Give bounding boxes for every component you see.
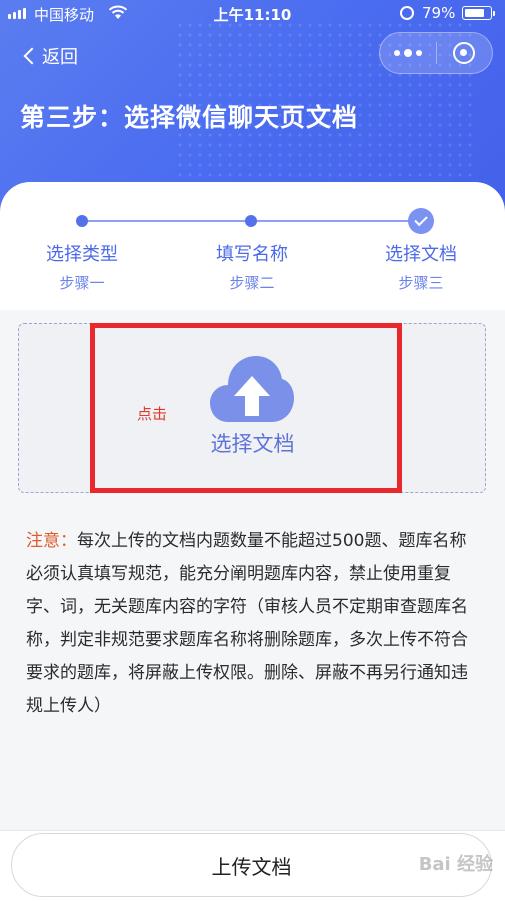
step-dot-2 <box>245 215 257 227</box>
step-1-title: 选择类型 <box>46 244 118 265</box>
click-annotation: 点击 <box>137 405 168 423</box>
step-2-title: 填写名称 <box>216 244 288 265</box>
step-dot-1 <box>76 215 88 227</box>
status-bar: 中国移动 上午11:10 79% <box>0 0 505 28</box>
step-3-sub: 步骤三 <box>398 274 444 292</box>
battery-percent: 79% <box>422 4 456 22</box>
more-button[interactable] <box>380 33 436 73</box>
watermark: Bai 经验 <box>418 854 493 875</box>
mini-program-capsule <box>379 32 493 74</box>
step-2-sub: 步骤二 <box>229 274 275 292</box>
chevron-left-icon <box>23 47 41 65</box>
orientation-lock-icon <box>400 6 414 20</box>
check-icon <box>408 208 434 234</box>
close-mini-program-button[interactable] <box>436 33 492 73</box>
steps-card: 选择类型 步骤一 填写名称 步骤二 选择文档 步骤三 <box>0 182 505 310</box>
upload-document-label: 上传文档 <box>211 854 292 879</box>
select-document-label[interactable]: 选择文档 <box>0 428 505 458</box>
target-icon <box>453 42 476 64</box>
battery-icon <box>462 6 495 20</box>
step-1-sub: 步骤一 <box>59 274 105 292</box>
notice-body: 每次上传的文档内题数量不能超过500题、题库名称必须认真填写规范，能充分阐明题库… <box>26 531 468 716</box>
cloud-upload-icon[interactable] <box>208 350 296 426</box>
step-3-title: 选择文档 <box>385 244 457 265</box>
notice-text: 注意：每次上传的文档内题数量不能超过500题、题库名称必须认真填写规范，能充分阐… <box>26 525 482 723</box>
page-title: 第三步：选择微信聊天页文档 <box>20 103 359 132</box>
notice-label: 注意： <box>26 531 77 551</box>
back-label: 返回 <box>42 47 78 68</box>
back-button[interactable]: 返回 <box>22 42 78 70</box>
